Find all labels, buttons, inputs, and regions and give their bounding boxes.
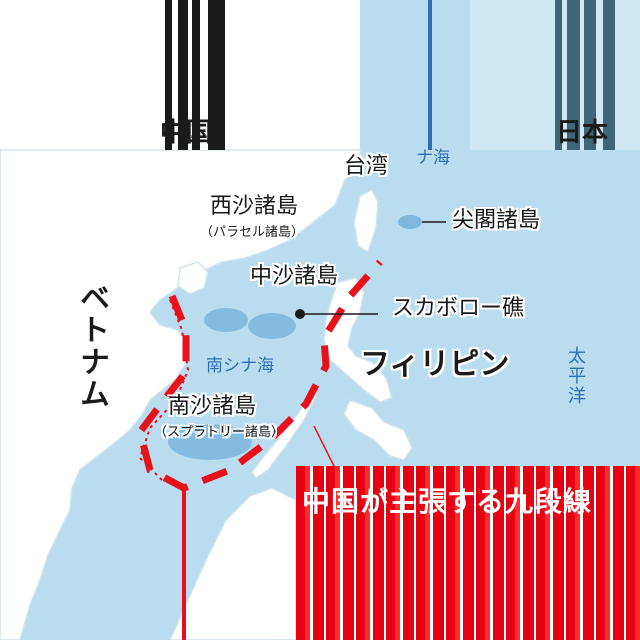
- nine-dash-line-callout: 中国が主張する九段線: [296, 466, 640, 640]
- macclesfield-shoal: [248, 313, 296, 339]
- label-spratly-sub: （スプラトリー諸島）: [154, 425, 285, 440]
- header-line-blue: [428, 0, 432, 150]
- label-east-china-sea: ナ海: [416, 148, 450, 168]
- label-spratly: 南沙諸島: [168, 394, 257, 419]
- label-japan: 日本: [556, 118, 609, 148]
- map: 台湾 ナ海 尖閣諸島 西沙諸島 （パラセル諸島） 中沙諸島 スカボロー礁 ベトナ…: [0, 0, 640, 640]
- label-south-china-sea: 南シナ海: [206, 356, 274, 376]
- callout-title: 中国が主張する九段線: [302, 485, 593, 518]
- label-taiwan: 台湾: [344, 154, 389, 179]
- senkaku-shoal: [398, 215, 422, 229]
- label-macclesfield: 中沙諸島: [250, 264, 339, 289]
- label-china: 中国: [160, 118, 213, 148]
- label-paracel-sub: （パラセル諸島）: [200, 225, 305, 240]
- label-pacific: 太平洋: [565, 346, 586, 406]
- callout-leader-line: [182, 488, 186, 640]
- scarborough-marker: [295, 309, 305, 319]
- label-vietnam: ベトナム: [74, 282, 109, 410]
- label-paracel: 西沙諸島: [210, 194, 299, 219]
- label-scarborough: スカボロー礁: [392, 296, 525, 321]
- label-senkaku: 尖閣諸島: [452, 208, 541, 233]
- paracel-shoal: [204, 308, 248, 332]
- label-philippines: フィリピン: [360, 347, 510, 382]
